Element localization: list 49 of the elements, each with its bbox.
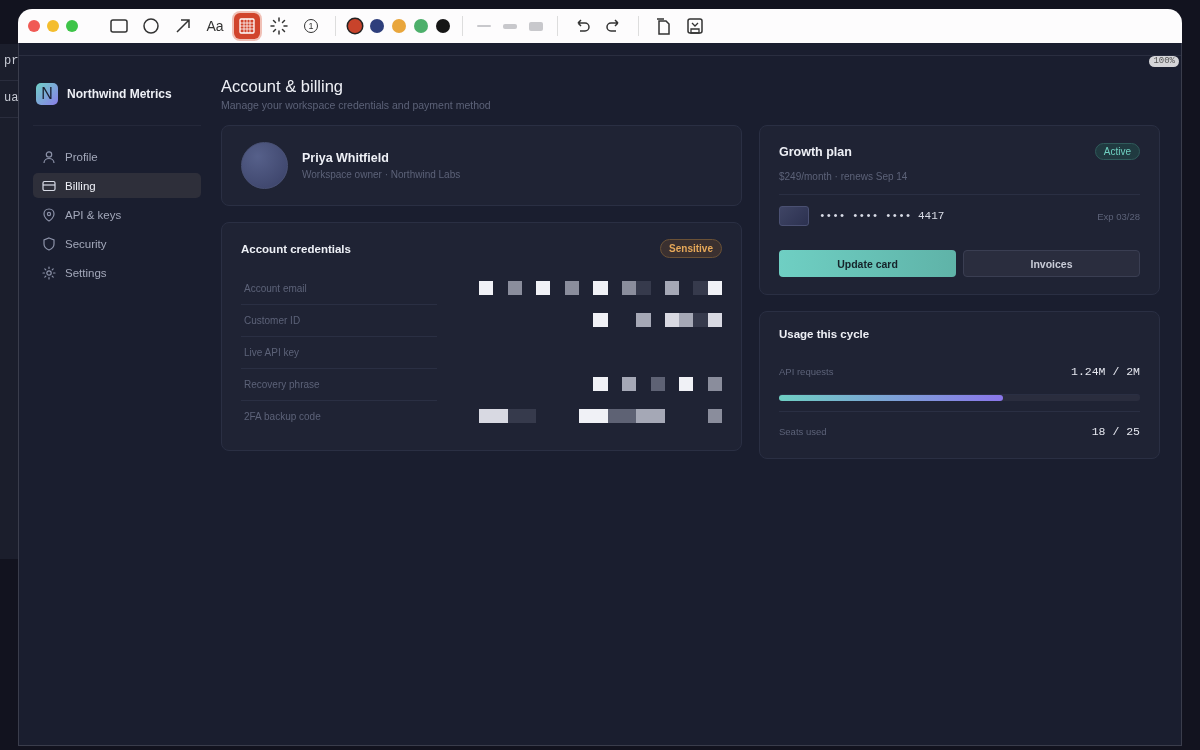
user-name: Priya Whitfield: [302, 151, 390, 165]
card-expiry: Exp 03/28: [1097, 210, 1140, 222]
avatar: [241, 142, 288, 189]
close-button[interactable]: [28, 20, 40, 32]
page-subtitle: Manage your workspace credentials and payment method: [221, 99, 492, 111]
sidebar-item[interactable]: Profile: [33, 144, 201, 169]
credential-label: 2FA backup code: [241, 400, 437, 432]
credential-label: Live API key: [241, 336, 437, 368]
sidebar-item[interactable]: API & keys: [33, 202, 201, 227]
invoices-button[interactable]: Invoices: [963, 250, 1140, 277]
brand-name: Northwind Metrics: [67, 87, 172, 101]
color-swatch[interactable]: [348, 19, 362, 33]
meter-reading: 1.24M / 2M: [1071, 364, 1140, 378]
credential-label: Customer ID: [241, 304, 437, 336]
settings-icon: [41, 264, 57, 281]
brand-logo: N: [36, 83, 58, 105]
sidebar-item[interactable]: Billing: [33, 173, 201, 198]
circle-icon: [140, 15, 162, 37]
grid-icon: [236, 15, 258, 37]
text-tool-button[interactable]: Aa: [202, 13, 228, 39]
loader-icon: [268, 15, 290, 37]
color-swatch[interactable]: [414, 19, 428, 33]
credential-label: Recovery phrase: [241, 368, 437, 400]
user-role: Workspace owner · Northwind Labs: [302, 169, 461, 180]
color-swatch[interactable]: [392, 19, 406, 33]
sidebar-item[interactable]: Settings: [33, 260, 201, 285]
meter-label: API requests: [779, 365, 834, 377]
meter-label: Seats used: [779, 425, 827, 437]
location-pin-icon: [41, 206, 57, 223]
person-icon: [41, 148, 57, 165]
zoom-badge: 100%: [1149, 56, 1179, 67]
plan-title: Growth plan: [779, 144, 852, 159]
credential-label: Account email: [243, 281, 308, 296]
save-icon: [684, 15, 706, 37]
counter-tool-button[interactable]: 1: [298, 13, 324, 39]
card-title: Account credentials: [241, 242, 351, 255]
shield-icon: [41, 235, 57, 252]
status-badge: Active: [1094, 143, 1140, 160]
color-swatch[interactable]: [370, 19, 384, 33]
card-number: •••• •••• •••• 4417: [819, 210, 945, 222]
card-icon: [779, 206, 809, 226]
sidebar-item[interactable]: Security: [33, 231, 201, 256]
update-card-button[interactable]: Update card: [779, 250, 956, 277]
plan-price: $249/month · renews Sep 14: [779, 171, 1140, 195]
meter-reading: 18 / 25: [1091, 424, 1140, 438]
page-title: Account & billing: [221, 77, 344, 96]
color-swatch[interactable]: [436, 19, 450, 33]
card-title: Usage this cycle: [779, 328, 871, 340]
sensitive-badge: Sensitive: [660, 239, 722, 258]
